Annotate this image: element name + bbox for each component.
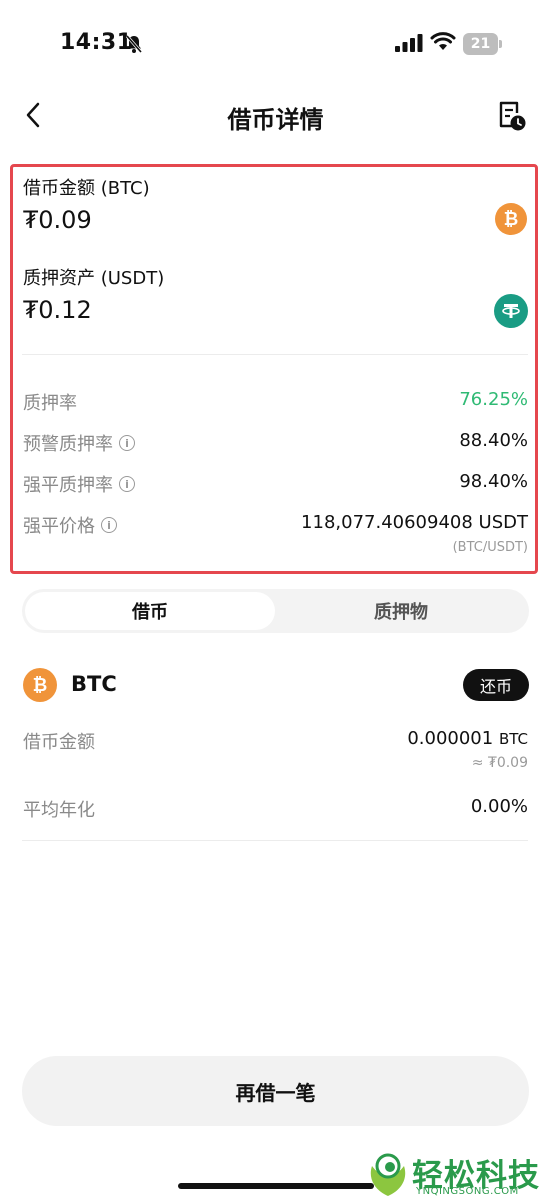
- info-icon[interactable]: i: [119, 476, 135, 492]
- liquidation-price-value: 118,077.40609408 USDT: [301, 512, 528, 533]
- wifi-icon: [430, 32, 456, 50]
- avg-apr-value: 0.00%: [470, 796, 528, 817]
- watermark-logo-icon: [370, 1153, 406, 1196]
- avg-apr-label: 平均年化: [23, 800, 95, 821]
- home-indicator: [178, 1183, 374, 1189]
- collateral-label: 质押资产 (USDT): [23, 268, 165, 289]
- divider: [22, 354, 528, 355]
- liquidation-ratio-value: 98.40%: [459, 471, 528, 492]
- asset-borrow-value: 0.000001 BTC: [407, 728, 528, 749]
- asset-borrow-label: 借币金额: [23, 732, 95, 753]
- bell-off-icon: [125, 35, 143, 53]
- tab-collateral[interactable]: 质押物: [275, 592, 527, 630]
- btc-icon: ₿: [495, 203, 527, 235]
- borrow-amount-label: 借币金额 (BTC): [23, 178, 150, 199]
- borrow-again-button[interactable]: 再借一笔: [22, 1056, 529, 1126]
- tab-borrow[interactable]: 借币: [25, 592, 275, 630]
- borrow-amount: ₮0.09: [23, 206, 92, 234]
- asset-name: BTC: [71, 672, 117, 696]
- liquidation-price-pair: (BTC/USDT): [452, 540, 528, 555]
- usdt-icon: [494, 294, 528, 328]
- warning-ratio-label: 预警质押率 i: [23, 430, 135, 456]
- history-icon[interactable]: [497, 100, 527, 132]
- liquidation-ratio-label: 强平质押率 i: [23, 471, 135, 497]
- collateral-ratio-value: 76.25%: [459, 389, 528, 410]
- divider: [22, 840, 528, 841]
- warning-ratio-value: 88.40%: [459, 430, 528, 451]
- status-time: 14:31: [60, 30, 133, 55]
- btc-icon: ₿: [23, 668, 57, 702]
- collateral-amount: ₮0.12: [23, 296, 92, 324]
- info-icon[interactable]: i: [101, 517, 117, 533]
- info-icon[interactable]: i: [119, 435, 135, 451]
- repay-button[interactable]: 还币: [463, 669, 529, 701]
- liquidation-price-label: 强平价格 i: [23, 512, 117, 538]
- battery-icon: 21: [463, 33, 503, 55]
- page-title: 借币详情: [227, 106, 324, 134]
- asset-borrow-approx: ≈ ₮0.09: [471, 755, 528, 771]
- signal-icon: [395, 34, 423, 52]
- battery-level: 21: [470, 36, 491, 52]
- watermark-sub: YNQINGSONG.COM: [416, 1186, 519, 1197]
- collateral-ratio-label: 质押率: [23, 393, 77, 414]
